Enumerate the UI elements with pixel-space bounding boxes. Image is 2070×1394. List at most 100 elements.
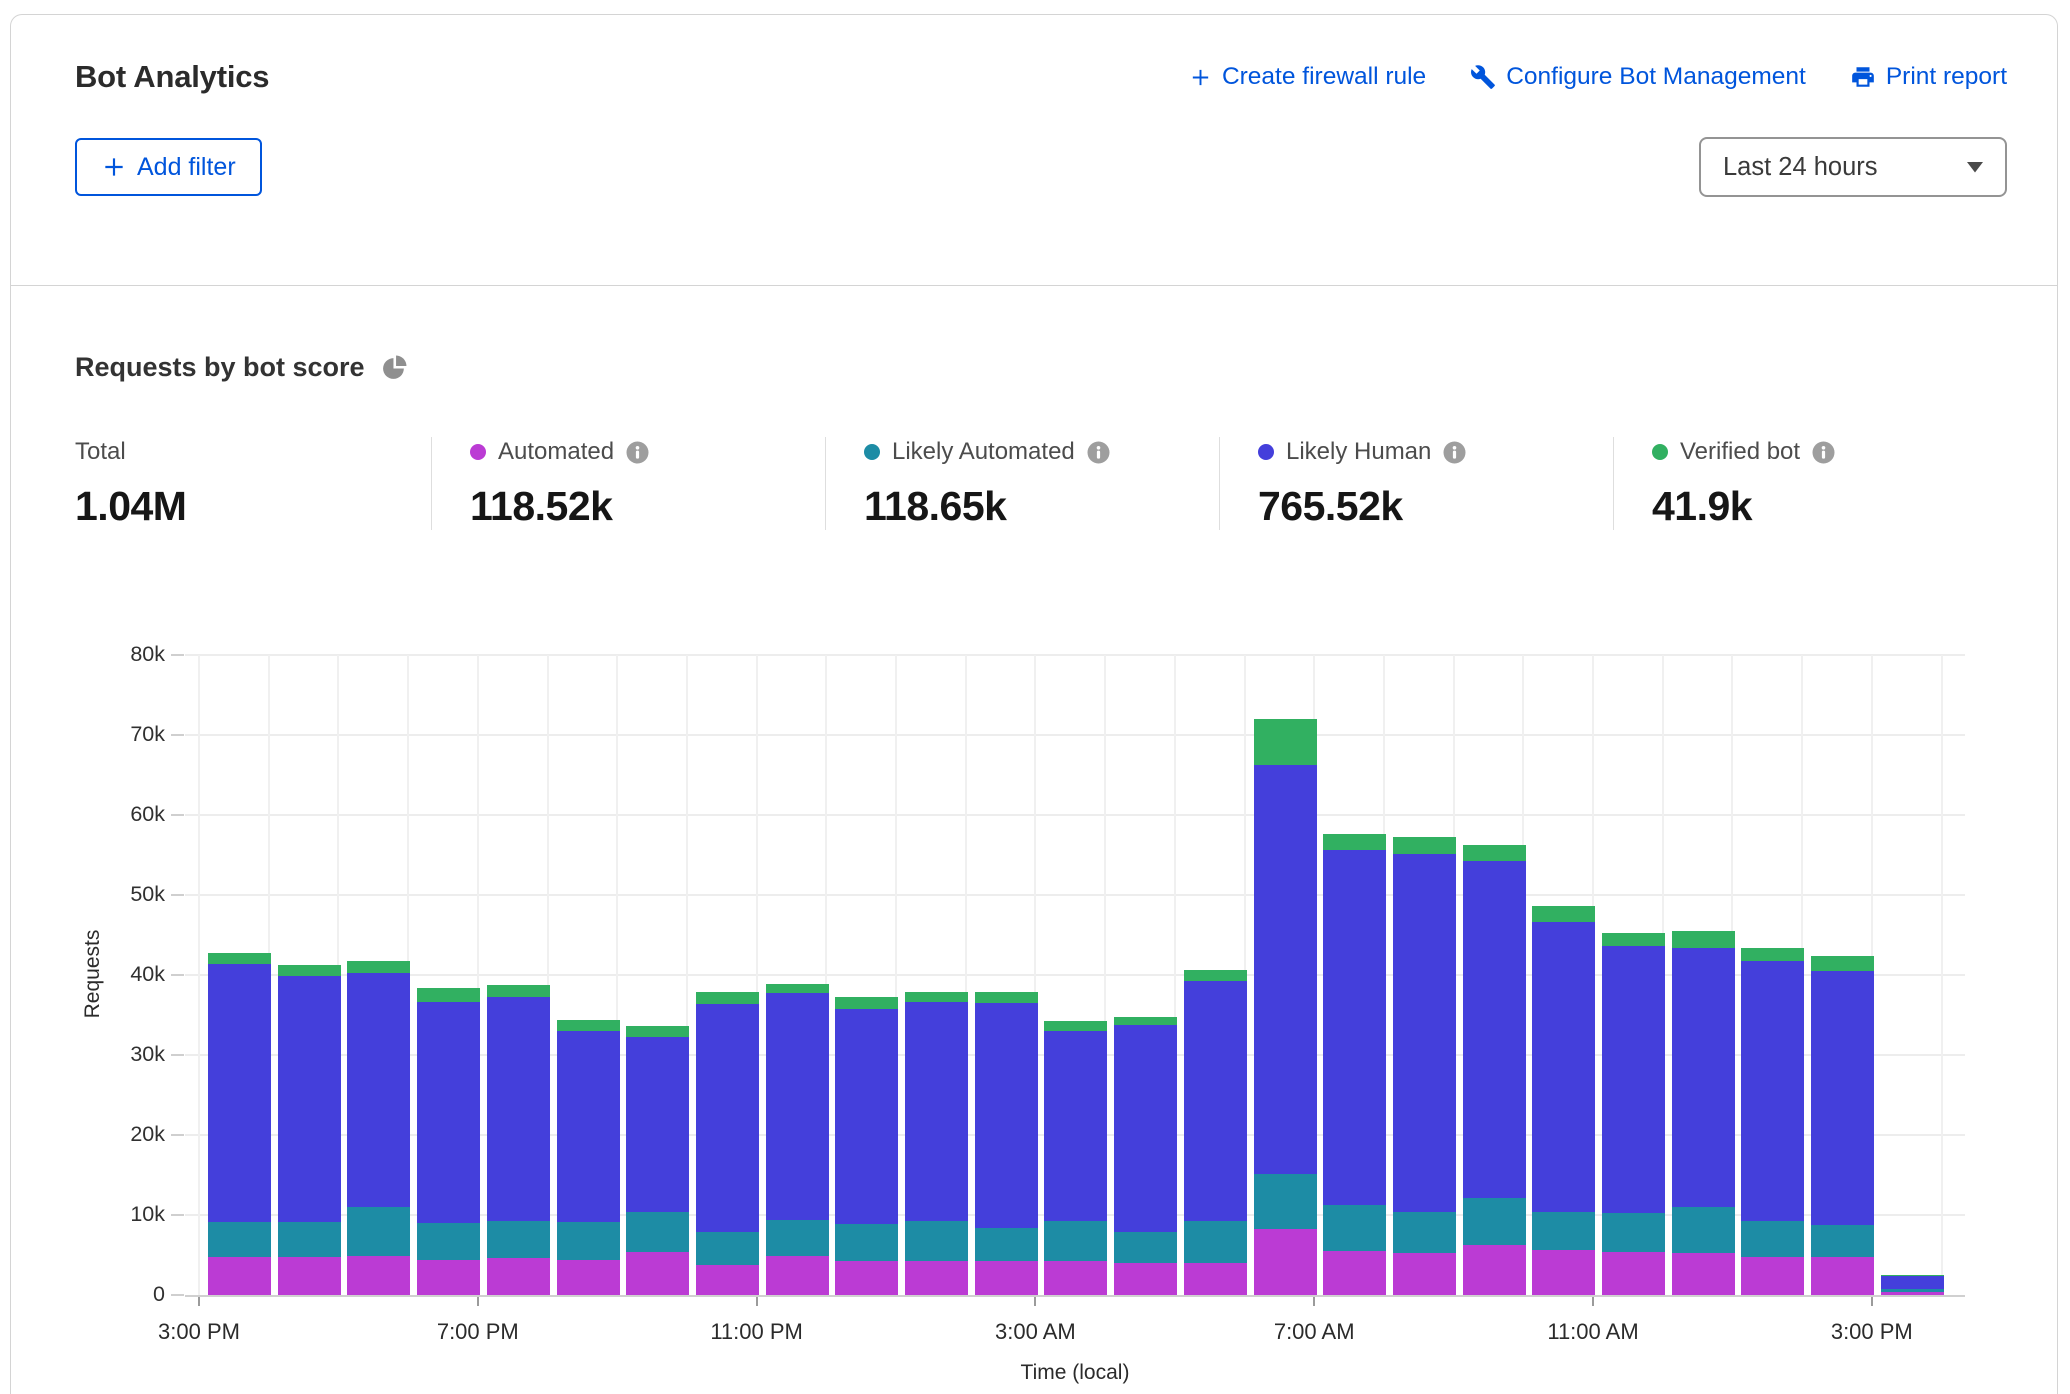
bar-segment-verified-bot[interactable] <box>347 961 410 973</box>
bar-segment-likely-human[interactable] <box>1881 1276 1944 1290</box>
bar-segment-likely-human[interactable] <box>278 976 341 1222</box>
info-icon[interactable] <box>1087 441 1110 464</box>
bar-segment-automated[interactable] <box>1393 1253 1456 1295</box>
time-range-dropdown[interactable]: Last 24 hours <box>1699 137 2007 197</box>
bar-segment-likely-human[interactable] <box>417 1002 480 1223</box>
stacked-bar[interactable] <box>835 997 898 1295</box>
bar-segment-verified-bot[interactable] <box>835 997 898 1009</box>
stacked-bar[interactable] <box>626 1026 689 1295</box>
bar-segment-likely-automated[interactable] <box>1323 1205 1386 1251</box>
bar-segment-likely-automated[interactable] <box>417 1223 480 1259</box>
bar-segment-likely-human[interactable] <box>766 993 829 1219</box>
bar-segment-likely-human[interactable] <box>1393 854 1456 1212</box>
info-icon[interactable] <box>1443 441 1466 464</box>
bar-segment-likely-human[interactable] <box>1672 948 1735 1207</box>
bar-segment-likely-automated[interactable] <box>1254 1174 1317 1229</box>
bar-segment-likely-human[interactable] <box>1044 1031 1107 1221</box>
bar-segment-likely-human[interactable] <box>626 1037 689 1212</box>
bar-segment-verified-bot[interactable] <box>1672 931 1735 948</box>
stacked-bar[interactable] <box>1602 933 1665 1295</box>
bar-segment-likely-human[interactable] <box>1254 765 1317 1174</box>
add-filter-button[interactable]: Add filter <box>75 138 262 196</box>
bar-segment-automated[interactable] <box>1254 1229 1317 1295</box>
stacked-bar[interactable] <box>208 953 271 1295</box>
bar-segment-automated[interactable] <box>1184 1263 1247 1295</box>
bar-segment-automated[interactable] <box>1114 1263 1177 1295</box>
bar-segment-likely-automated[interactable] <box>626 1212 689 1252</box>
bar-segment-likely-automated[interactable] <box>1393 1212 1456 1253</box>
bar-segment-verified-bot[interactable] <box>557 1020 620 1031</box>
bar-segment-likely-automated[interactable] <box>835 1224 898 1261</box>
bar-segment-automated[interactable] <box>1741 1257 1804 1295</box>
bar-segment-likely-human[interactable] <box>1463 861 1526 1199</box>
bar-segment-likely-automated[interactable] <box>1044 1221 1107 1261</box>
stacked-bar[interactable] <box>487 985 550 1295</box>
bar-segment-automated[interactable] <box>1323 1251 1386 1295</box>
bar-segment-verified-bot[interactable] <box>1532 906 1595 922</box>
bar-segment-automated[interactable] <box>696 1265 759 1295</box>
bar-segment-likely-human[interactable] <box>1811 971 1874 1225</box>
bar-segment-likely-automated[interactable] <box>1881 1289 1944 1291</box>
bar-segment-likely-human[interactable] <box>1114 1025 1177 1232</box>
bar-segment-automated[interactable] <box>1044 1261 1107 1295</box>
bar-segment-automated[interactable] <box>1602 1252 1665 1295</box>
bar-segment-likely-automated[interactable] <box>208 1222 271 1257</box>
bar-segment-automated[interactable] <box>557 1260 620 1295</box>
bar-segment-likely-automated[interactable] <box>766 1220 829 1256</box>
bar-segment-likely-human[interactable] <box>1532 922 1595 1212</box>
bar-segment-automated[interactable] <box>1532 1250 1595 1295</box>
bar-segment-automated[interactable] <box>208 1257 271 1295</box>
bar-segment-likely-human[interactable] <box>835 1009 898 1223</box>
stacked-bar[interactable] <box>1881 1275 1944 1295</box>
stacked-bar[interactable] <box>1114 1017 1177 1295</box>
bar-segment-verified-bot[interactable] <box>1114 1017 1177 1025</box>
stacked-bar[interactable] <box>557 1020 620 1295</box>
bar-segment-verified-bot[interactable] <box>1393 837 1456 854</box>
bar-segment-verified-bot[interactable] <box>417 988 480 1002</box>
stacked-bar[interactable] <box>1463 845 1526 1295</box>
bar-segment-automated[interactable] <box>1672 1253 1735 1295</box>
bar-segment-likely-automated[interactable] <box>1741 1221 1804 1256</box>
print-report-link[interactable]: Print report <box>1850 63 2007 91</box>
bar-segment-automated[interactable] <box>766 1256 829 1295</box>
bar-segment-likely-automated[interactable] <box>1463 1198 1526 1245</box>
bar-segment-verified-bot[interactable] <box>208 953 271 963</box>
stacked-bar[interactable] <box>417 988 480 1295</box>
bar-segment-likely-automated[interactable] <box>1672 1207 1735 1253</box>
stacked-bar[interactable] <box>975 992 1038 1295</box>
bar-segment-verified-bot[interactable] <box>766 984 829 994</box>
stacked-bar[interactable] <box>1254 719 1317 1295</box>
bar-segment-verified-bot[interactable] <box>1881 1275 1944 1276</box>
bar-segment-likely-human[interactable] <box>696 1004 759 1232</box>
bar-segment-likely-human[interactable] <box>1602 946 1665 1212</box>
create-firewall-rule-link[interactable]: Create firewall rule <box>1189 63 1426 91</box>
bar-segment-likely-human[interactable] <box>1184 981 1247 1221</box>
stacked-bar[interactable] <box>696 992 759 1295</box>
bar-segment-verified-bot[interactable] <box>1463 845 1526 860</box>
bar-segment-automated[interactable] <box>417 1260 480 1295</box>
bar-segment-verified-bot[interactable] <box>278 965 341 975</box>
bar-segment-likely-human[interactable] <box>347 973 410 1207</box>
bar-segment-likely-human[interactable] <box>905 1002 968 1221</box>
bar-segment-likely-automated[interactable] <box>1184 1221 1247 1263</box>
bar-segment-likely-automated[interactable] <box>278 1222 341 1257</box>
stacked-bar[interactable] <box>766 984 829 1295</box>
stacked-bar[interactable] <box>278 965 341 1295</box>
bar-segment-likely-automated[interactable] <box>1114 1232 1177 1263</box>
bar-segment-verified-bot[interactable] <box>1044 1021 1107 1031</box>
stacked-bar[interactable] <box>905 992 968 1295</box>
bar-segment-verified-bot[interactable] <box>1811 956 1874 971</box>
bar-segment-verified-bot[interactable] <box>905 992 968 1002</box>
bar-segment-verified-bot[interactable] <box>1323 834 1386 850</box>
bar-segment-verified-bot[interactable] <box>1602 933 1665 946</box>
bar-segment-verified-bot[interactable] <box>975 992 1038 1003</box>
bar-segment-automated[interactable] <box>347 1256 410 1295</box>
bar-segment-automated[interactable] <box>975 1261 1038 1295</box>
bar-segment-automated[interactable] <box>626 1252 689 1295</box>
bar-segment-likely-automated[interactable] <box>347 1207 410 1256</box>
bar-segment-likely-human[interactable] <box>975 1003 1038 1228</box>
bar-segment-automated[interactable] <box>905 1261 968 1295</box>
bar-segment-likely-automated[interactable] <box>1532 1212 1595 1250</box>
stacked-bar[interactable] <box>1532 906 1595 1295</box>
bar-segment-likely-human[interactable] <box>557 1031 620 1222</box>
